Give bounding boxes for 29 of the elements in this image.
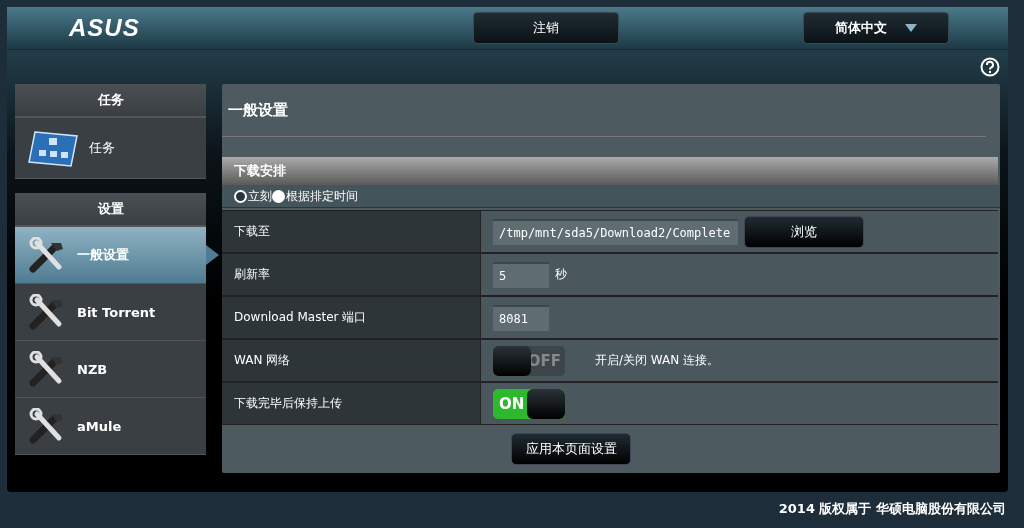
language-dropdown[interactable]: 简体中文 [802,12,949,44]
setting-note: 开启/关闭 WAN 连接。 [595,352,720,369]
sidebar-item[interactable]: aMule [15,398,206,455]
browse-button[interactable]: 浏览 [744,215,864,248]
logout-button[interactable]: 注销 [472,12,619,44]
unit-label: 秒 [555,266,567,283]
copyright-text: 2014 版权属于 华硕电脑股份有限公司 [777,500,1007,518]
sidebar-item[interactable]: Bit Torrent [15,284,206,341]
menu-group-title: 设置 [15,193,206,227]
help-icon[interactable] [980,57,1000,77]
input-field[interactable]: 8081 [493,304,549,331]
caret-icon [904,24,917,32]
section-header: 下载安排 [222,157,998,185]
setting-label: 下载至 [222,211,481,252]
radio-option[interactable]: 立刻 [234,187,272,205]
setting-label: 刷新率 [222,254,481,295]
logo: ASUS [69,14,140,42]
setting-label: 下载完毕后保持上传 [222,383,481,424]
task-board-icon [27,128,79,168]
input-field[interactable]: /tmp/mnt/sda5/Download2/Complete [493,218,738,245]
sidebar-item[interactable]: NZB [15,341,206,398]
setting-label: WAN 网络 [222,340,481,381]
radio-option[interactable]: 根据排定时间 [272,187,358,205]
menu-group-title: 任务 [15,84,206,118]
apply-button[interactable]: 应用本页面设置 [511,433,631,465]
sidebar-item[interactable]: 任务 [15,118,206,179]
setting-label: Download Master 端口 [222,297,481,338]
page-title: 一般设置 [222,84,986,137]
input-field[interactable]: 5 [493,261,549,288]
